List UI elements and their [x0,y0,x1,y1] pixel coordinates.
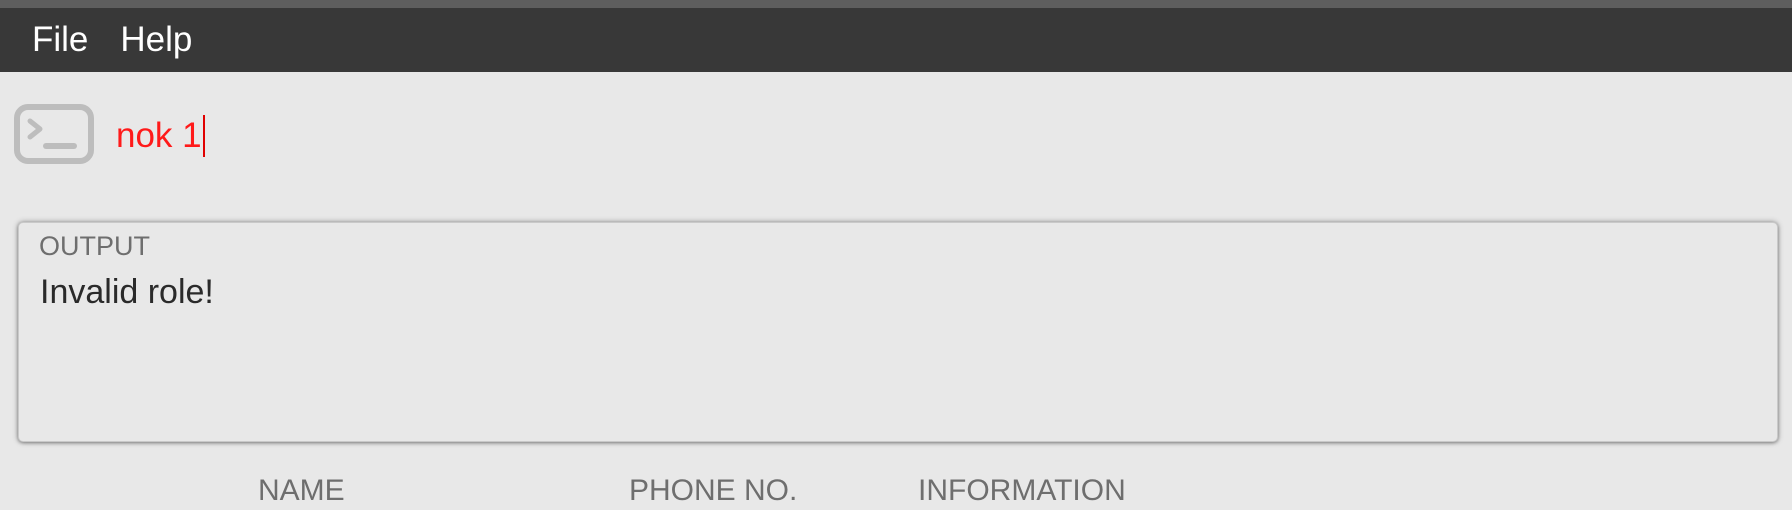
command-input[interactable]: nok 1 [116,108,1756,164]
output-panel: OUTPUT Invalid role! [18,222,1778,442]
text-caret [202,115,205,157]
menu-bar: File Help [0,8,1792,72]
column-header-name[interactable]: NAME [258,474,345,508]
output-label: OUTPUT [39,231,150,261]
terminal-icon [14,104,94,169]
window-top-border [0,0,1792,8]
menu-help[interactable]: Help [104,8,208,72]
table-header: NAME PHONE NO. INFORMATION [0,470,1792,510]
output-message: Invalid role! [40,273,214,311]
column-header-phone[interactable]: PHONE NO. [629,474,797,508]
column-header-information[interactable]: INFORMATION [918,474,1126,508]
command-box: nok 1 [0,72,1792,192]
command-input-value: nok 1 [116,116,202,155]
menu-file[interactable]: File [16,8,104,72]
